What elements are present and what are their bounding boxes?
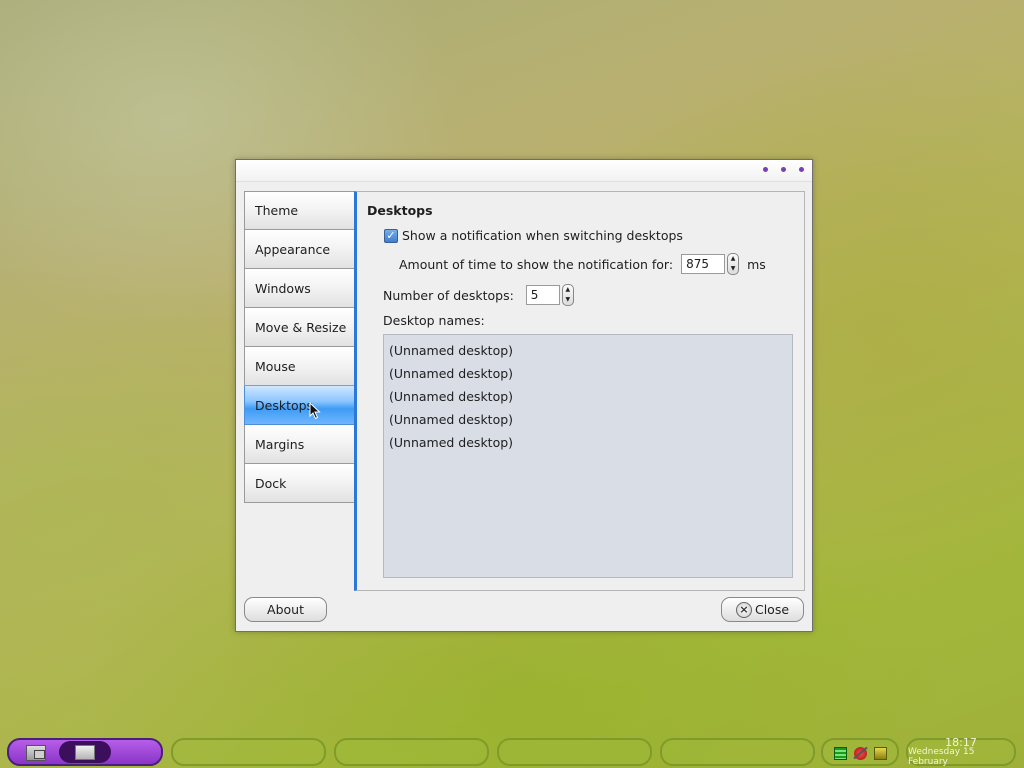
- tab-dock[interactable]: Dock: [244, 464, 354, 503]
- tab-label: Theme: [255, 203, 299, 218]
- spin-up-icon[interactable]: ▲: [731, 256, 736, 262]
- desktops-panel: Desktops ✓ Show a notification when swit…: [354, 191, 805, 591]
- list-item[interactable]: (Unnamed desktop): [389, 362, 792, 385]
- settings-sidebar: Theme Appearance Windows Move & Resize M…: [244, 191, 354, 503]
- mouse-cursor-icon: [309, 402, 321, 420]
- desktop-names-label: Desktop names:: [383, 313, 485, 328]
- notification-time-label: Amount of time to show the notification …: [399, 256, 674, 272]
- tab-label: Windows: [255, 280, 311, 296]
- task-button-settings[interactable]: [59, 741, 111, 763]
- show-notification-row[interactable]: ✓ Show a notification when switching des…: [384, 228, 683, 243]
- number-of-desktops-spinbox[interactable]: ▲ ▼: [525, 284, 574, 306]
- number-of-desktops-spin-buttons[interactable]: ▲ ▼: [561, 284, 574, 306]
- notification-time-spin-buttons[interactable]: ▲ ▼: [727, 253, 740, 275]
- list-item[interactable]: (Unnamed desktop): [389, 339, 792, 362]
- notification-time-unit: ms: [747, 256, 766, 272]
- number-of-desktops-row: Number of desktops: ▲ ▼: [383, 284, 574, 306]
- notification-time-row: Amount of time to show the notification …: [399, 253, 766, 275]
- system-icon[interactable]: [26, 745, 46, 761]
- window-menu-dots-icon[interactable]: [763, 167, 804, 172]
- clock[interactable]: 18:17 Wednesday 15 February: [906, 737, 1016, 767]
- tab-margins[interactable]: Margins: [244, 425, 354, 464]
- checkbox-checked-icon[interactable]: ✓: [384, 228, 398, 243]
- task-slot[interactable]: [171, 738, 326, 766]
- tab-desktops[interactable]: Desktops: [244, 386, 354, 425]
- panel-title: Desktops: [367, 203, 433, 218]
- number-of-desktops-input[interactable]: [525, 285, 560, 305]
- show-notification-label[interactable]: Show a notification when switching deskt…: [402, 228, 683, 243]
- close-button[interactable]: × Close: [721, 597, 804, 622]
- spin-down-icon[interactable]: ▼: [731, 266, 736, 272]
- tab-move-resize[interactable]: Move & Resize: [244, 308, 354, 347]
- dialog-titlebar[interactable]: [236, 160, 812, 182]
- volume-icon[interactable]: [874, 747, 887, 760]
- task-slot[interactable]: [660, 738, 815, 766]
- spin-up-icon[interactable]: ▲: [565, 287, 570, 293]
- tab-windows[interactable]: Windows: [244, 269, 354, 308]
- notification-time-input[interactable]: [681, 254, 726, 274]
- notification-time-spinbox[interactable]: ▲ ▼: [681, 253, 740, 275]
- about-button[interactable]: About: [244, 597, 327, 622]
- close-icon: ×: [735, 601, 752, 618]
- number-of-desktops-label: Number of desktops:: [383, 287, 514, 303]
- spin-down-icon[interactable]: ▼: [565, 297, 570, 303]
- tab-label: Mouse: [255, 358, 296, 374]
- tab-mouse[interactable]: Mouse: [244, 347, 354, 386]
- tab-label: Margins: [255, 436, 305, 452]
- system-tray: [821, 738, 899, 766]
- tab-label: Move & Resize: [255, 319, 347, 335]
- list-item[interactable]: (Unnamed desktop): [389, 385, 792, 408]
- taskbar: 18:17 Wednesday 15 February: [0, 736, 1024, 768]
- tab-label: Appearance: [255, 241, 331, 257]
- clock-date: Wednesday 15 February: [908, 747, 975, 767]
- task-slot[interactable]: [497, 738, 652, 766]
- close-button-label: Close: [754, 602, 790, 617]
- tab-appearance[interactable]: Appearance: [244, 230, 354, 269]
- launcher-pill[interactable]: [7, 738, 163, 766]
- desktop-names-list[interactable]: (Unnamed desktop) (Unnamed desktop) (Unn…: [383, 334, 793, 578]
- list-item[interactable]: (Unnamed desktop): [389, 431, 792, 454]
- network-icon[interactable]: [854, 747, 867, 760]
- about-button-label: About: [267, 602, 304, 617]
- task-slot[interactable]: [334, 738, 489, 766]
- settings-dialog: Theme Appearance Windows Move & Resize M…: [235, 159, 813, 632]
- battery-icon[interactable]: [834, 747, 847, 760]
- tab-label: Dock: [255, 475, 287, 491]
- window-icon: [75, 744, 95, 760]
- tab-label: Desktops: [255, 397, 314, 413]
- list-item[interactable]: (Unnamed desktop): [389, 408, 792, 431]
- tab-theme[interactable]: Theme: [244, 191, 354, 230]
